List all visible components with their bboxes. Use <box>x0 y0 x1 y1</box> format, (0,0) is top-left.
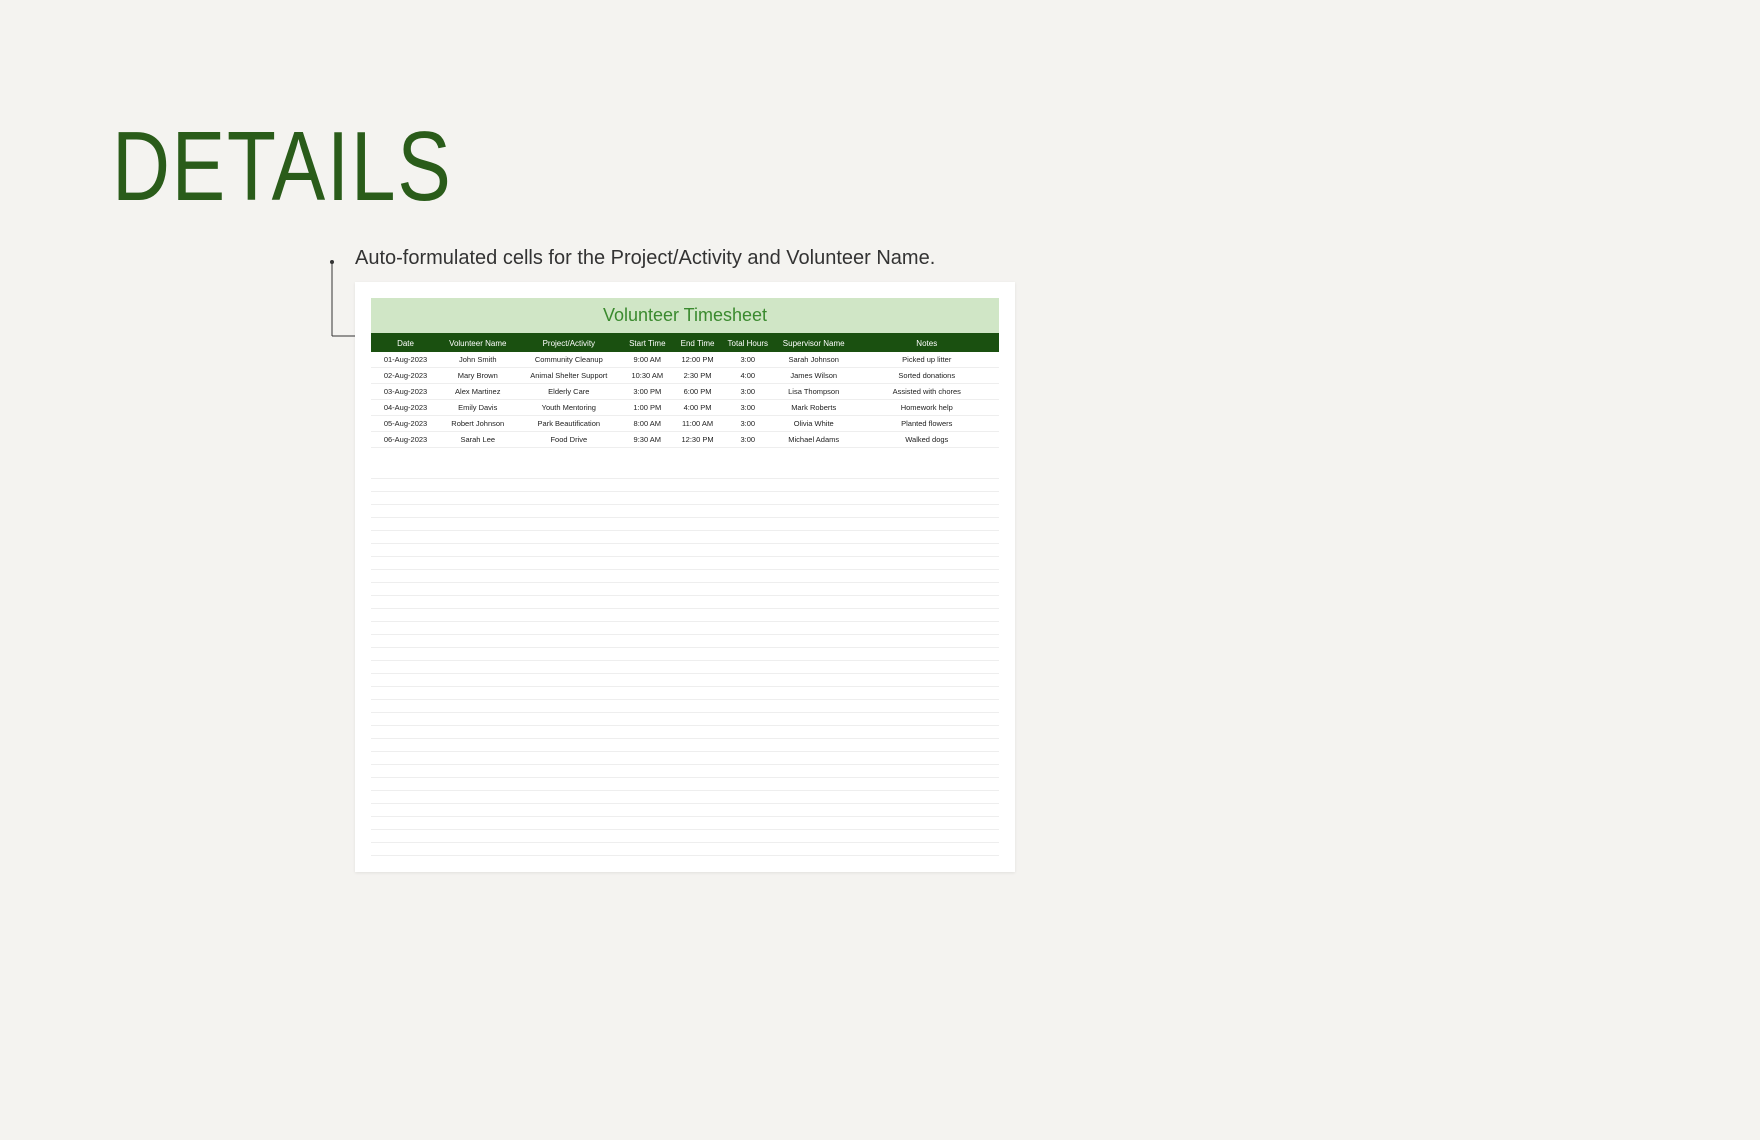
col-header-supervisor: Supervisor Name <box>773 335 855 352</box>
cell-supervisor: James Wilson <box>773 368 855 384</box>
cell-total: 3:00 <box>723 352 773 368</box>
timesheet-preview: Volunteer Timesheet Date Volunteer Name … <box>355 282 1015 872</box>
table-row: 03-Aug-2023Alex MartinezElderly Care3:00… <box>371 384 999 400</box>
empty-row <box>371 843 999 856</box>
timesheet-table: Date Volunteer Name Project/Activity Sta… <box>371 335 999 856</box>
col-header-date: Date <box>371 335 440 352</box>
empty-row <box>371 752 999 765</box>
table-row: 06-Aug-2023Sarah LeeFood Drive9:30 AM12:… <box>371 432 999 448</box>
empty-row <box>371 661 999 674</box>
empty-row <box>371 531 999 544</box>
empty-row <box>371 492 999 505</box>
cell-start: 9:00 AM <box>622 352 672 368</box>
empty-row <box>371 817 999 830</box>
empty-row <box>371 505 999 518</box>
empty-row <box>371 466 999 479</box>
empty-row <box>371 765 999 778</box>
cell-end: 6:00 PM <box>672 384 722 400</box>
cell-notes: Homework help <box>855 400 999 416</box>
cell-start: 3:00 PM <box>622 384 672 400</box>
cell-end: 12:00 PM <box>672 352 722 368</box>
col-header-notes: Notes <box>855 335 999 352</box>
cell-notes: Walked dogs <box>855 432 999 448</box>
cell-start: 9:30 AM <box>622 432 672 448</box>
cell-name: Emily Davis <box>440 400 515 416</box>
cell-project: Park Beautification <box>515 416 622 432</box>
cell-project: Animal Shelter Support <box>515 368 622 384</box>
col-header-project: Project/Activity <box>515 335 622 352</box>
table-row: 02-Aug-2023Mary BrownAnimal Shelter Supp… <box>371 368 999 384</box>
empty-row <box>371 804 999 817</box>
empty-row <box>371 700 999 713</box>
empty-row <box>371 830 999 843</box>
empty-row <box>371 778 999 791</box>
description-text: Auto-formulated cells for the Project/Ac… <box>355 247 935 270</box>
cell-name: Alex Martinez <box>440 384 515 400</box>
cell-notes: Picked up litter <box>855 352 999 368</box>
cell-total: 3:00 <box>723 400 773 416</box>
empty-row <box>371 622 999 635</box>
empty-row <box>371 635 999 648</box>
cell-total: 3:00 <box>723 384 773 400</box>
cell-name: John Smith <box>440 352 515 368</box>
cell-total: 4:00 <box>723 368 773 384</box>
cell-total: 3:00 <box>723 432 773 448</box>
empty-row <box>371 544 999 557</box>
cell-start: 10:30 AM <box>622 368 672 384</box>
cell-date: 01-Aug-2023 <box>371 352 440 368</box>
table-row: 05-Aug-2023Robert JohnsonPark Beautifica… <box>371 416 999 432</box>
empty-row <box>371 557 999 570</box>
empty-row <box>371 791 999 804</box>
cell-end: 2:30 PM <box>672 368 722 384</box>
cell-supervisor: Michael Adams <box>773 432 855 448</box>
table-header-row: Date Volunteer Name Project/Activity Sta… <box>371 335 999 352</box>
gap-row <box>371 448 999 466</box>
cell-name: Sarah Lee <box>440 432 515 448</box>
empty-row <box>371 609 999 622</box>
empty-row <box>371 596 999 609</box>
cell-date: 02-Aug-2023 <box>371 368 440 384</box>
cell-end: 11:00 AM <box>672 416 722 432</box>
table-row: 04-Aug-2023Emily DavisYouth Mentoring1:0… <box>371 400 999 416</box>
sheet-title: Volunteer Timesheet <box>371 298 999 333</box>
cell-project: Community Cleanup <box>515 352 622 368</box>
cell-date: 04-Aug-2023 <box>371 400 440 416</box>
cell-date: 05-Aug-2023 <box>371 416 440 432</box>
cell-project: Food Drive <box>515 432 622 448</box>
cell-name: Mary Brown <box>440 368 515 384</box>
empty-row <box>371 518 999 531</box>
cell-supervisor: Mark Roberts <box>773 400 855 416</box>
cell-name: Robert Johnson <box>440 416 515 432</box>
cell-date: 03-Aug-2023 <box>371 384 440 400</box>
cell-supervisor: Sarah Johnson <box>773 352 855 368</box>
cell-total: 3:00 <box>723 416 773 432</box>
cell-project: Elderly Care <box>515 384 622 400</box>
cell-project: Youth Mentoring <box>515 400 622 416</box>
cell-start: 1:00 PM <box>622 400 672 416</box>
col-header-name: Volunteer Name <box>440 335 515 352</box>
cell-end: 4:00 PM <box>672 400 722 416</box>
cell-end: 12:30 PM <box>672 432 722 448</box>
empty-row <box>371 726 999 739</box>
cell-start: 8:00 AM <box>622 416 672 432</box>
empty-row <box>371 583 999 596</box>
cell-date: 06-Aug-2023 <box>371 432 440 448</box>
col-header-end: End Time <box>672 335 722 352</box>
empty-row <box>371 687 999 700</box>
empty-row <box>371 570 999 583</box>
cell-notes: Planted flowers <box>855 416 999 432</box>
table-row: 01-Aug-2023John SmithCommunity Cleanup9:… <box>371 352 999 368</box>
empty-row <box>371 674 999 687</box>
cell-supervisor: Olivia White <box>773 416 855 432</box>
cell-supervisor: Lisa Thompson <box>773 384 855 400</box>
empty-row <box>371 479 999 492</box>
col-header-start: Start Time <box>622 335 672 352</box>
empty-row <box>371 648 999 661</box>
empty-row <box>371 713 999 726</box>
page-title: DETAILS <box>112 110 452 223</box>
empty-row <box>371 739 999 752</box>
cell-notes: Assisted with chores <box>855 384 999 400</box>
cell-notes: Sorted donations <box>855 368 999 384</box>
col-header-total: Total Hours <box>723 335 773 352</box>
